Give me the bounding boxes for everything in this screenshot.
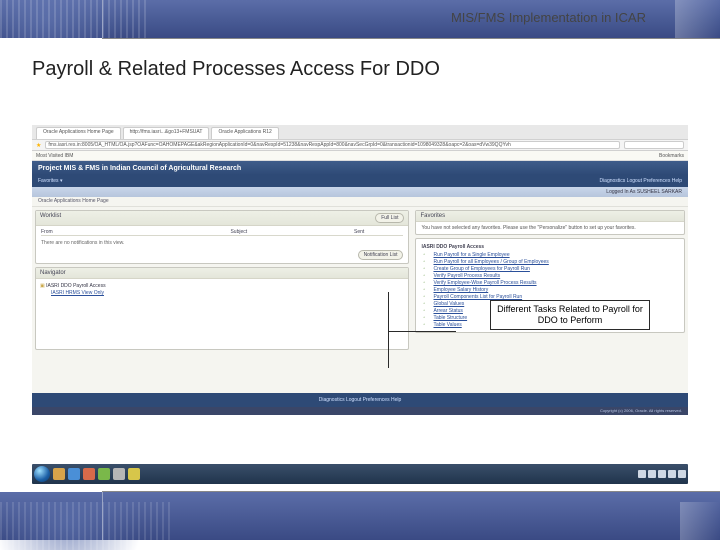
header-title: MIS/FMS Implementation in ICAR [451,10,646,25]
bookmarks-left[interactable]: Most Visited IBM [36,153,73,159]
worklist-panel: Worklist Full List From Subject Sent The… [35,210,409,264]
task-link[interactable]: Employee Salary History [421,287,679,294]
taskbar-icon[interactable] [83,468,95,480]
breadcrumb[interactable]: Oracle Applications Home Page [32,197,688,207]
copyright: Copyright (c) 2006, Oracle. All rights r… [32,407,688,415]
favorites-panel: Favorites You have not selected any favo… [415,210,685,235]
bookmarks-right[interactable]: Bookmarks [659,153,684,159]
navigator-heading: Navigator [40,270,66,276]
favorites-msg: You have not selected any favorites. Ple… [416,222,684,234]
browser-tab[interactable]: Oracle Applications R12 [211,127,278,139]
worklist-empty: There are no notifications in this view. [41,236,403,250]
notification-list-button[interactable]: Notification List [358,250,404,260]
star-icon[interactable]: ★ [36,142,41,149]
header-divider [102,0,103,38]
start-button-icon[interactable] [34,466,50,482]
favorites-menu[interactable]: Favorites ▾ [38,178,62,184]
system-tray[interactable] [638,470,686,478]
annotation-bracket [388,292,389,368]
page-title: Payroll & Related Processes Access For D… [32,58,440,81]
task-link[interactable]: Verify Employee-Wise Payroll Process Res… [421,280,679,287]
login-strip: Logged In As SUSHEEL SARKAR [32,187,688,197]
header-rule [102,38,720,39]
col-from: From [41,229,230,235]
browser-address-bar: ★ fms.iasri.res.in:8005/OA_HTML/OA.jsp?O… [32,139,688,151]
worklist-heading: Worklist [40,213,61,223]
app-title-bar: Project MIS & FMS in Indian Council of A… [32,161,688,175]
app-toolbar: Favorites ▾ Diagnostics Logout Preferenc… [32,175,688,187]
task-link[interactable]: Run Payroll for all Employees / Group of… [421,259,679,266]
search-field[interactable] [624,141,684,149]
favorites-heading: Favorites [420,213,445,219]
footer-divider [102,492,103,540]
taskbar-icon[interactable] [68,468,80,480]
taskbar-icon[interactable] [53,468,65,480]
browser-tabs: Oracle Applications Home Page http://fms… [32,125,688,139]
embedded-screenshot: Oracle Applications Home Page http://fms… [32,125,688,405]
toolbar-links[interactable]: Diagnostics Logout Preferences Help [599,178,682,184]
app-footer-links[interactable]: Diagnostics Logout Preferences Help [32,393,688,407]
navigator-panel: Navigator IASRI DDO Payroll Access IASRI… [35,267,409,350]
taskbar-icon[interactable] [98,468,110,480]
full-list-button[interactable]: Full List [375,213,404,223]
nav-subfolder[interactable]: IASRI HRMS View Only [39,290,405,296]
col-subject: Subject [230,229,354,235]
task-link[interactable]: Verify Payroll Process Results [421,273,679,280]
browser-tab[interactable]: Oracle Applications Home Page [36,127,121,139]
bookmarks-bar: Most Visited IBM Bookmarks [32,151,688,161]
slide-bottom-decoration [0,492,720,540]
taskbar-icon[interactable] [113,468,125,480]
browser-tab[interactable]: http://fms.iasri...&go13+FMSUAT [123,127,210,139]
col-sent: Sent [354,229,403,235]
nav-folder[interactable]: IASRI DDO Payroll Access [39,282,405,290]
task-link[interactable]: Run Payroll for a Single Employee [421,252,679,259]
tasks-heading: IASRI DDO Payroll Access [421,242,679,252]
url-field[interactable]: fms.iasri.res.in:8005/OA_HTML/OA.jsp?OAF… [45,141,620,149]
task-link[interactable]: Create Group of Employees for Payroll Ru… [421,266,679,273]
taskbar-icon[interactable] [128,468,140,480]
windows-taskbar [32,464,688,484]
annotation-callout: Different Tasks Related to Payroll for D… [490,300,650,330]
